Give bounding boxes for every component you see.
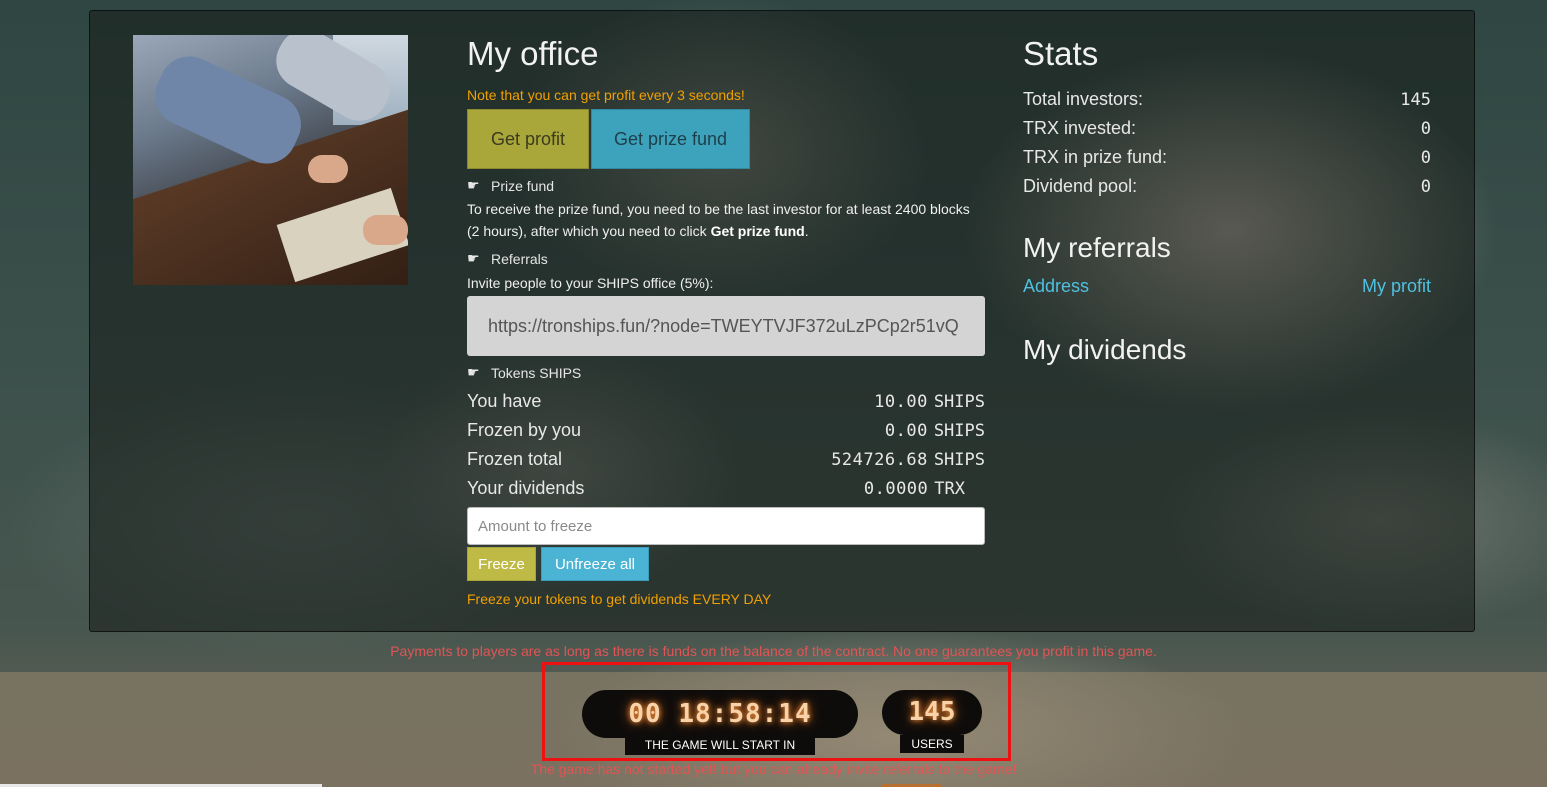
- column-address[interactable]: Address: [1023, 276, 1089, 297]
- stat-label: TRX invested:: [1023, 118, 1137, 138]
- stat-row: TRX invested: 0: [1023, 114, 1431, 143]
- prize-fund-text: To receive the prize fund, you need to b…: [467, 201, 970, 239]
- stat-value: 0: [1420, 118, 1431, 139]
- invite-text: Invite people to your SHIPS office (5%):: [467, 275, 714, 291]
- token-row-unit: SHIPS: [933, 391, 985, 412]
- token-row-label: Frozen by you: [467, 420, 582, 440]
- countdown-label: THE GAME WILL START IN: [625, 736, 815, 755]
- users-label: USERS: [900, 735, 964, 753]
- prize-fund-heading: ☛ Prize fund: [467, 177, 985, 194]
- token-row-value: 524726.68: [831, 449, 928, 470]
- office-photo: [133, 35, 408, 285]
- tokens-heading: ☛ Tokens SHIPS: [467, 364, 985, 381]
- hand-point-right-icon: ☛: [467, 364, 480, 380]
- game-not-started-note: The game has not started yet! but you ca…: [530, 761, 1017, 777]
- token-row-label: You have: [467, 391, 542, 411]
- prize-fund-bold: Get prize fund: [710, 223, 805, 239]
- referrals-section: My referrals Address My profit: [1023, 232, 1431, 297]
- stat-value: 0: [1420, 176, 1431, 197]
- referral-link-field[interactable]: https://tronships.fun/?node=TWEYTVJF372u…: [467, 296, 985, 356]
- get-profit-button[interactable]: Get profit: [467, 109, 589, 169]
- token-row-value: 10.00: [874, 391, 928, 412]
- token-row: Frozen total 524726.68 SHIPS: [467, 445, 985, 474]
- users-counter: 145: [882, 690, 982, 735]
- stat-value: 0: [1420, 147, 1431, 168]
- token-row-label: Your dividends: [467, 478, 585, 498]
- office-title: My office: [467, 35, 599, 72]
- unfreeze-all-button[interactable]: Unfreeze all: [541, 547, 649, 581]
- token-row: Frozen by you 0.00 SHIPS: [467, 416, 985, 445]
- column-my-profit[interactable]: My profit: [1362, 276, 1431, 297]
- stat-row: Dividend pool: 0: [1023, 172, 1431, 201]
- stat-value: 145: [1400, 89, 1431, 110]
- stat-label: TRX in prize fund:: [1023, 147, 1168, 167]
- referrals-heading-label: Referrals: [491, 250, 548, 267]
- stat-label: Total investors:: [1023, 89, 1144, 109]
- office-section: My office Note that you can get profit e…: [467, 35, 985, 607]
- hand-point-right-icon: ☛: [467, 250, 480, 266]
- hand-point-right-icon: ☛: [467, 177, 480, 193]
- stats-section: Stats Total investors: 145 TRX invested:…: [1023, 35, 1431, 201]
- dividends-section: My dividends: [1023, 334, 1186, 366]
- countdown-timer: 00 18:58:14: [582, 690, 858, 738]
- token-row-value: 0.00: [884, 420, 928, 441]
- prize-fund-heading-label: Prize fund: [491, 177, 555, 194]
- token-row-unit: TRX: [934, 478, 965, 499]
- stat-label: Dividend pool:: [1023, 176, 1138, 196]
- profit-note: Note that you can get profit every 3 sec…: [467, 87, 745, 103]
- referrals-table-header: Address My profit: [1023, 276, 1431, 297]
- token-rows: You have 10.00 SHIPS Frozen by you 0.00 …: [467, 387, 985, 503]
- freeze-button[interactable]: Freeze: [467, 547, 536, 581]
- token-row-label: Frozen total: [467, 449, 563, 469]
- token-row: Your dividends 0.0000 TRX: [467, 474, 985, 503]
- referrals-title: My referrals: [1023, 232, 1171, 263]
- amount-to-freeze-input[interactable]: [467, 507, 985, 545]
- stat-row: TRX in prize fund: 0: [1023, 143, 1431, 172]
- token-row-value: 0.0000: [863, 478, 929, 499]
- tokens-heading-label: Tokens SHIPS: [491, 364, 582, 381]
- dividends-title: My dividends: [1023, 334, 1187, 365]
- stat-row: Total investors: 145: [1023, 85, 1431, 114]
- stats-title: Stats: [1023, 35, 1099, 72]
- token-row-unit: SHIPS: [933, 420, 985, 441]
- get-prize-fund-button[interactable]: Get prize fund: [591, 109, 750, 169]
- token-row: You have 10.00 SHIPS: [467, 387, 985, 416]
- referrals-heading: ☛ Referrals: [467, 250, 985, 267]
- freeze-note: Freeze your tokens to get dividends EVER…: [467, 591, 772, 607]
- payment-warning: Payments to players are as long as there…: [390, 643, 1157, 659]
- token-row-unit: SHIPS: [933, 449, 985, 470]
